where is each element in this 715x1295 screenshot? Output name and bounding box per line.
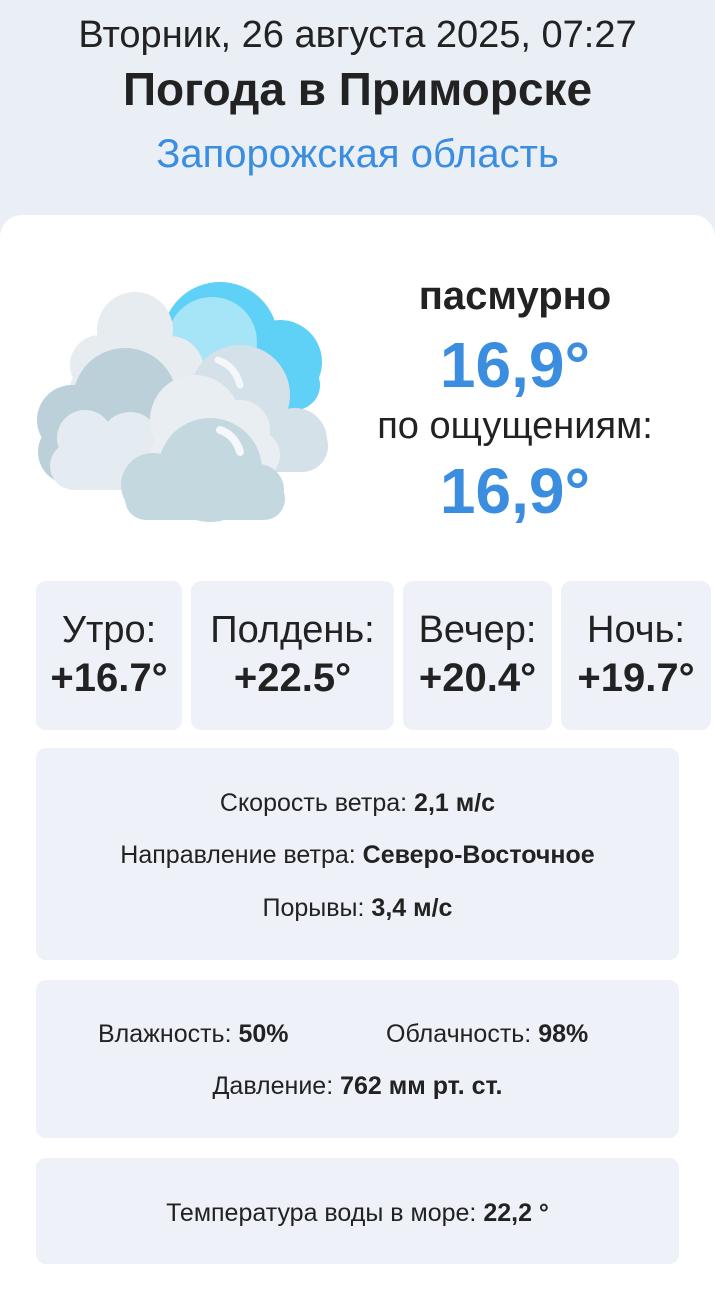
humidity-value: 50% (238, 1020, 289, 1048)
wind-direction: Направление ветра: Северо-Восточное (36, 841, 679, 870)
period-temperature: +22.5° (233, 656, 352, 700)
period-label: Вечер: (418, 609, 537, 651)
wind-speed: Скорость ветра: 2,1 м/с (36, 789, 679, 818)
period-label: Ночь: (587, 609, 685, 651)
wind-direction-value: Северо-Восточное (362, 841, 595, 869)
cloudiness-value: 98% (538, 1020, 589, 1048)
wind-gusts-value: 3,4 м/с (371, 894, 453, 922)
pressure-value: 762 мм рт. ст. (340, 1072, 503, 1100)
wind-direction-label: Направление ветра: (120, 841, 356, 869)
cloudiness-label: Облачность: (386, 1020, 532, 1048)
pressure-label: Давление: (212, 1072, 334, 1100)
period-temperature: +20.4° (418, 656, 537, 700)
water-temperature-label: Температура воды в море: (166, 1199, 477, 1227)
wind-gusts-label: Порывы: (262, 894, 365, 922)
current-temperature: 16,9° (439, 329, 591, 401)
period-noon: Полдень: +22.5° (191, 581, 394, 730)
period-night: Ночь: +19.7° (561, 581, 711, 730)
region-link[interactable]: Запорожская область (0, 132, 715, 177)
period-temperature: +16.7° (50, 656, 168, 700)
water-temperature: Температура воды в море: 22,2 ° (36, 1199, 679, 1228)
sea-box: Температура воды в море: 22,2 ° (36, 1158, 679, 1264)
period-evening: Вечер: +20.4° (403, 581, 552, 730)
weather-condition: пасмурно (418, 274, 612, 318)
wind-speed-value: 2,1 м/с (414, 789, 496, 817)
feels-like-temperature: 16,9° (439, 455, 591, 527)
page-title: Погода в Приморске (122, 63, 593, 115)
period-label: Утро: (61, 609, 157, 651)
period-label: Полдень: (210, 609, 375, 651)
wind-box: Скорость ветра: 2,1 м/с Направление ветр… (36, 748, 679, 960)
atmosphere-box: Влажность: 50% Облачность: 98% Давление:… (36, 980, 679, 1138)
period-morning: Утро: +16.7° (36, 581, 182, 730)
cloudiness: Облачность: 98% (386, 1020, 588, 1049)
overcast-clouds-icon (37, 282, 328, 522)
wind-speed-label: Скорость ветра: (219, 789, 408, 817)
wind-gusts: Порывы: 3,4 м/с (36, 894, 679, 923)
water-temperature-value: 22,2 ° (483, 1199, 549, 1227)
humidity-label: Влажность: (98, 1020, 232, 1048)
humidity: Влажность: 50% (98, 1020, 289, 1049)
period-temperature: +19.7° (577, 656, 695, 700)
pressure: Давление: 762 мм рт. ст. (36, 1072, 679, 1101)
date-time: Вторник, 26 августа 2025, 07:27 (78, 14, 637, 56)
feels-like-label: по ощущениям: (377, 405, 653, 447)
